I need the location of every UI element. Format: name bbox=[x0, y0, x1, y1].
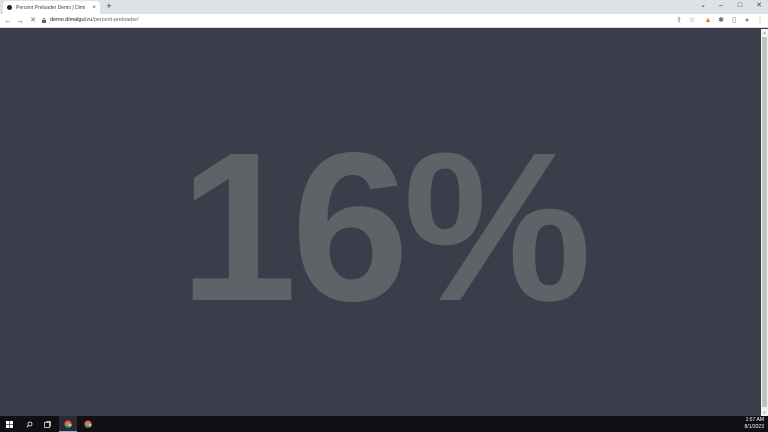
browser-toolbar: ← → ✕ demo.dimalgul.ru/percent-preloader… bbox=[0, 14, 768, 28]
side-panel-icon[interactable]: ▯ bbox=[730, 17, 738, 25]
tab-title: Percent Preloader Demo | Dimi bbox=[16, 4, 86, 11]
search-icon[interactable] bbox=[20, 416, 38, 432]
task-view-icon[interactable] bbox=[39, 416, 57, 432]
tab-favicon-icon bbox=[7, 5, 12, 10]
back-button[interactable]: ← bbox=[3, 15, 13, 27]
tab-search-chevron-icon[interactable]: ⌄ bbox=[694, 0, 712, 13]
page-viewport: 16% bbox=[0, 29, 761, 416]
windows-start-icon[interactable] bbox=[0, 416, 18, 432]
url-path: /percent-preloader/ bbox=[92, 17, 139, 23]
profile-avatar-icon[interactable]: ● bbox=[743, 17, 751, 25]
scroll-down-arrow-icon[interactable]: ▼ bbox=[762, 410, 767, 415]
close-window-button[interactable]: ✕ bbox=[750, 0, 768, 13]
tab-close-icon[interactable]: × bbox=[92, 5, 96, 11]
tab-strip: Percent Preloader Demo | Dimi × + ⌄ – □ … bbox=[0, 0, 768, 14]
chrome-icon[interactable] bbox=[59, 416, 77, 432]
preloader-percent-text: 16% bbox=[179, 107, 591, 345]
browser-tab[interactable]: Percent Preloader Demo | Dimi × bbox=[3, 1, 100, 14]
scroll-up-arrow-icon[interactable]: ▲ bbox=[762, 30, 767, 35]
extension-icon[interactable]: ▲ bbox=[704, 17, 712, 25]
taskbar-clock[interactable]: 1:57 AM 8/1/2023 bbox=[745, 417, 764, 431]
extensions-puzzle-icon[interactable]: ✱ bbox=[717, 17, 725, 25]
stop-loading-button[interactable]: ✕ bbox=[28, 15, 38, 27]
lock-icon[interactable] bbox=[42, 18, 46, 23]
share-icon[interactable]: ⇪ bbox=[675, 17, 683, 25]
preloader: 16% bbox=[0, 29, 761, 416]
browser-menu-icon[interactable]: ⋮ bbox=[756, 17, 764, 25]
scrollbar-thumb[interactable] bbox=[762, 37, 767, 407]
bookmark-star-icon[interactable]: ☆ bbox=[688, 17, 696, 25]
vertical-scrollbar[interactable]: ▲ ▼ bbox=[761, 29, 768, 416]
chrome-icon[interactable] bbox=[79, 416, 97, 432]
clock-time: 1:57 AM bbox=[745, 417, 764, 423]
new-tab-button[interactable]: + bbox=[104, 1, 114, 12]
address-bar[interactable]: demo.dimalgul.ru/percent-preloader/ bbox=[50, 17, 139, 23]
minimize-button[interactable]: – bbox=[712, 0, 730, 13]
clock-date: 8/1/2023 bbox=[744, 424, 764, 430]
windows-taskbar: 1:57 AM 8/1/2023 bbox=[0, 416, 768, 432]
forward-button[interactable]: → bbox=[15, 15, 25, 27]
url-domain: demo.dimalgul.ru bbox=[50, 17, 93, 23]
maximize-button[interactable]: □ bbox=[731, 0, 749, 13]
